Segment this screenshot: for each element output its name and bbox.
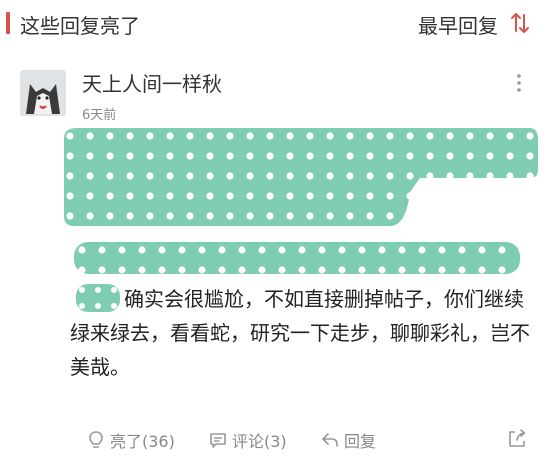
comment-card: 天上人间一样秋 6天前 确实会很尴尬，不如直接删掉帖子，你们继续绿来绿去，看看蛇…: [0, 56, 550, 465]
more-options-icon[interactable]: [514, 72, 524, 94]
reply-label: 回复: [344, 432, 377, 451]
section-title: 这些回复亮了: [20, 14, 140, 38]
share-icon[interactable]: [506, 428, 528, 450]
timestamp: 6天前: [82, 108, 117, 123]
comment-icon: [210, 433, 226, 448]
husky-avatar-icon: [20, 70, 66, 116]
redacted-block-1: [60, 126, 540, 230]
lightbulb-icon: [89, 431, 103, 448]
comment-label: 评论(3): [232, 432, 287, 451]
like-label: 亮了(36): [110, 432, 175, 451]
header-accent-bar: [6, 12, 10, 34]
like-button[interactable]: 亮了(36): [86, 428, 175, 452]
username[interactable]: 天上人间一样秋: [82, 68, 222, 97]
comment-body: 确实会很尴尬，不如直接删掉帖子，你们继续绿来绿去，看看蛇，研究一下走步，聊聊彩礼…: [70, 287, 530, 379]
sort-toggle-icon[interactable]: [510, 12, 530, 34]
comment-button[interactable]: 评论(3): [208, 428, 287, 452]
avatar[interactable]: [20, 70, 66, 116]
sort-button[interactable]: 最早回复: [418, 10, 498, 39]
redacted-block-2: [72, 240, 522, 276]
comment-actions: 亮了(36) 评论(3) 回复: [0, 420, 550, 460]
reply-button[interactable]: 回复: [320, 428, 376, 452]
reply-arrow-icon: [322, 433, 338, 447]
section-header: 这些回复亮了 最早回复: [0, 0, 550, 48]
